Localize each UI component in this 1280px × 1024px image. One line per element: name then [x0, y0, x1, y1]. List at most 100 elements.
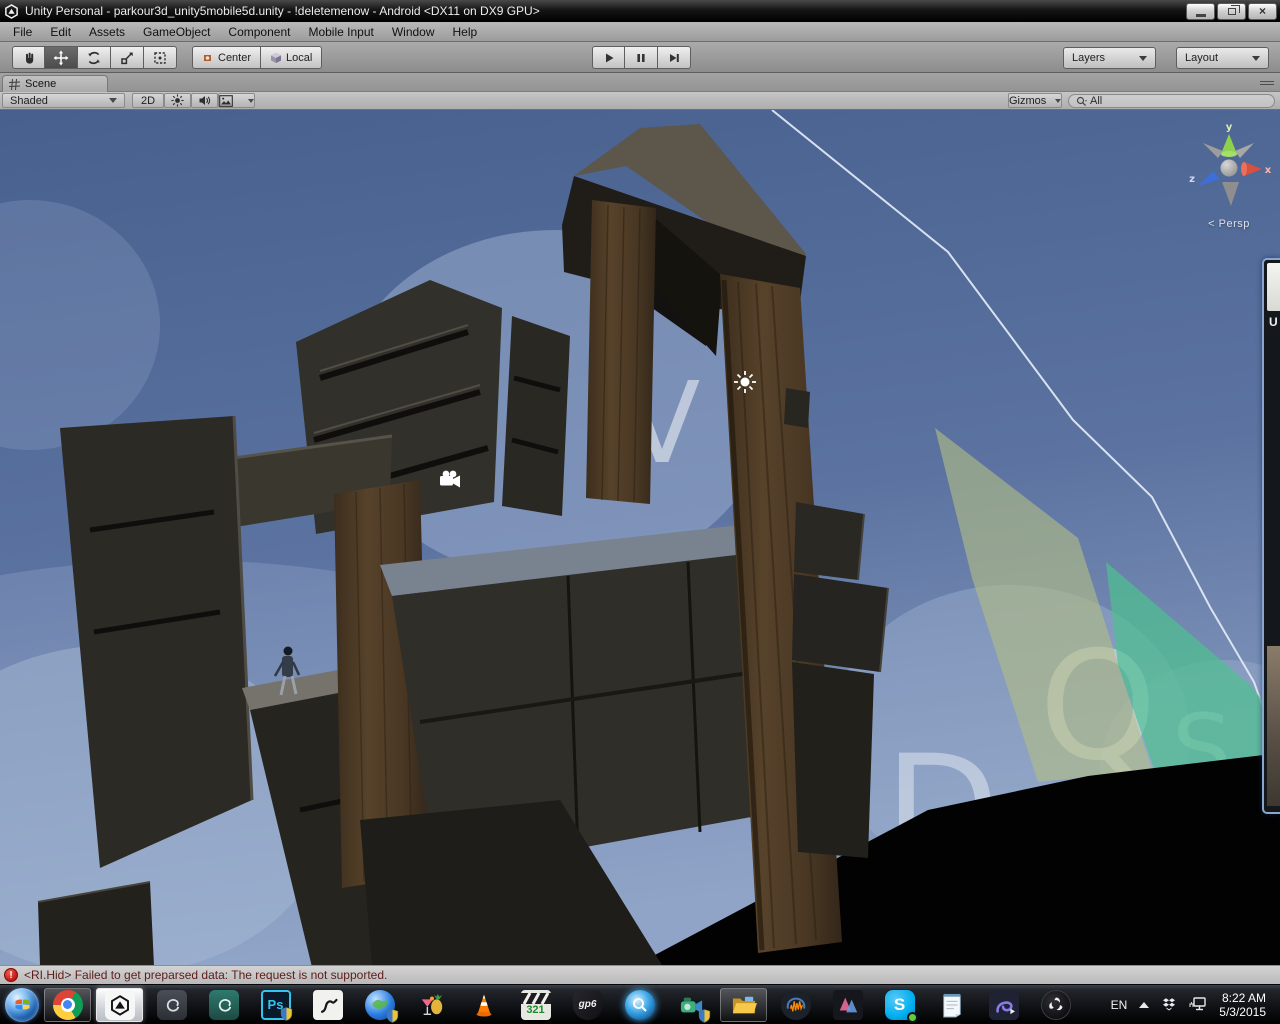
taskbar-chrome[interactable]: [44, 988, 91, 1022]
show-hidden-icons-button[interactable]: [1139, 1002, 1149, 1008]
taskbar-unity[interactable]: [96, 988, 143, 1022]
unity-icon: [105, 990, 135, 1020]
gizmos-dropdown[interactable]: Gizmos: [1008, 93, 1062, 108]
tab-strip: Scene: [0, 73, 1280, 92]
main-toolbar: Center Local Layers: [0, 42, 1280, 73]
taskbar-obs[interactable]: [1032, 988, 1079, 1022]
menu-window[interactable]: Window: [383, 22, 444, 41]
scene-viewport[interactable]: V Q D S: [0, 110, 1280, 965]
spiral-dark-icon: [157, 990, 187, 1020]
rect-tool-button[interactable]: [144, 46, 177, 69]
lighting-toggle-button[interactable]: [164, 93, 191, 108]
move-tool-button[interactable]: [45, 46, 78, 69]
taskbar-screen-recorder[interactable]: [668, 988, 715, 1022]
guitar-pro-icon: gp6: [573, 990, 603, 1020]
axis-down-cone[interactable]: [1222, 182, 1239, 206]
speaker-icon: [198, 94, 211, 107]
pivot-label: Center: [218, 52, 251, 64]
chrome-icon: [53, 990, 83, 1020]
error-icon: !: [4, 968, 18, 982]
taskbar-spiral-app-dark[interactable]: [148, 988, 195, 1022]
dropbox-icon[interactable]: [1161, 997, 1177, 1012]
pause-button[interactable]: [625, 46, 658, 69]
render-mode-dropdown[interactable]: Shaded: [2, 93, 125, 108]
layers-dropdown[interactable]: Layers: [1063, 47, 1156, 69]
clock-date: 5/3/2015: [1219, 1005, 1266, 1019]
menu-mobile-input[interactable]: Mobile Input: [299, 22, 382, 41]
scene-view-toolbar: Shaded 2D: [0, 92, 1280, 110]
tab-scene[interactable]: Scene: [2, 75, 108, 92]
language-indicator[interactable]: EN: [1111, 998, 1128, 1012]
axis-x-cone[interactable]: [1241, 162, 1262, 176]
axis-up-left-cone[interactable]: [1203, 143, 1223, 158]
network-icon[interactable]: [1189, 997, 1207, 1012]
mpc-321-icon: 321: [521, 990, 551, 1020]
minimize-button[interactable]: [1186, 3, 1215, 20]
pane-menu-icon[interactable]: [1260, 79, 1274, 87]
hand-tool-button[interactable]: [12, 46, 45, 69]
status-dot: [907, 1012, 918, 1023]
overlapping-window-sliver[interactable]: U: [1262, 258, 1280, 814]
taskbar-photoshop[interactable]: Ps: [252, 988, 299, 1022]
menu-component[interactable]: Component: [219, 22, 299, 41]
search-icon: [1076, 96, 1087, 107]
taskbar-clock[interactable]: 8:22 AM 5/3/2015: [1219, 991, 1270, 1019]
google-earth-icon: [365, 990, 395, 1020]
audio-toggle-button[interactable]: [191, 93, 218, 108]
space-label: Local: [286, 52, 312, 64]
windows-flag-icon: [14, 996, 31, 1013]
taskbar-skype[interactable]: S: [876, 988, 923, 1022]
menu-assets[interactable]: Assets: [80, 22, 134, 41]
camcorder-icon: [677, 990, 707, 1020]
play-button[interactable]: [592, 46, 625, 69]
edge-window-label: U: [1264, 311, 1280, 329]
axis-y-cone[interactable]: [1221, 134, 1237, 157]
2d-label: 2D: [141, 95, 155, 107]
space-toggle-button[interactable]: Local: [261, 46, 322, 69]
taskbar-media-player-classic[interactable]: 321: [512, 988, 559, 1022]
pause-icon: [634, 51, 648, 65]
taskbar-graphics-app[interactable]: [824, 988, 871, 1022]
status-bar[interactable]: ! <RI.Hid> Failed to get preparsed data:…: [0, 965, 1280, 984]
restore-button[interactable]: [1217, 3, 1246, 20]
chevron-down-icon: [1055, 99, 1061, 103]
axis-up-right-cone[interactable]: [1235, 143, 1254, 158]
taskbar-magnifier-app[interactable]: [616, 988, 663, 1022]
rotate-tool-button[interactable]: [78, 46, 111, 69]
close-button[interactable]: ×: [1248, 3, 1277, 20]
layout-dropdown[interactable]: Layout: [1176, 47, 1269, 69]
scene-search-input[interactable]: All: [1068, 94, 1275, 108]
play-icon: [602, 51, 616, 65]
edge-window-toolbar: [1267, 263, 1280, 311]
menu-bar: File Edit Assets GameObject Component Mo…: [0, 22, 1280, 42]
axis-z-cone[interactable]: [1198, 171, 1220, 186]
title-bar[interactable]: Unity Personal - parkour3d_unity5mobile5…: [0, 0, 1280, 22]
menu-file[interactable]: File: [4, 22, 41, 41]
persp-icon: <: [1208, 218, 1215, 230]
effects-dropdown-button[interactable]: [218, 93, 255, 108]
menu-edit[interactable]: Edit: [41, 22, 80, 41]
menu-help[interactable]: Help: [444, 22, 487, 41]
taskbar-google-earth[interactable]: [356, 988, 403, 1022]
pivot-toggle-button[interactable]: Center: [192, 46, 261, 69]
skype-icon: S: [885, 990, 915, 1020]
taskbar-monodevelop[interactable]: [980, 988, 1027, 1022]
taskbar-audacity[interactable]: [772, 988, 819, 1022]
scale-tool-button[interactable]: [111, 46, 144, 69]
2d-toggle-button[interactable]: 2D: [132, 93, 164, 108]
taskbar-zbrush[interactable]: [304, 988, 351, 1022]
taskbar-notepad[interactable]: [928, 988, 975, 1022]
step-button[interactable]: [658, 46, 691, 69]
audacity-icon: [781, 990, 811, 1020]
search-value: All: [1090, 95, 1102, 107]
taskbar-vlc[interactable]: [460, 988, 507, 1022]
taskbar-guitar-pro[interactable]: gp6: [564, 988, 611, 1022]
taskbar-spiral-app-teal[interactable]: [200, 988, 247, 1022]
gizmo-center-sphere[interactable]: [1221, 160, 1238, 177]
perspective-toggle[interactable]: < Persp: [1184, 218, 1274, 230]
menu-gameobject[interactable]: GameObject: [134, 22, 219, 41]
taskbar-cocktail-app[interactable]: [408, 988, 455, 1022]
hand-icon: [21, 50, 37, 66]
taskbar-windows-explorer[interactable]: [720, 988, 767, 1022]
start-button[interactable]: [5, 988, 39, 1022]
